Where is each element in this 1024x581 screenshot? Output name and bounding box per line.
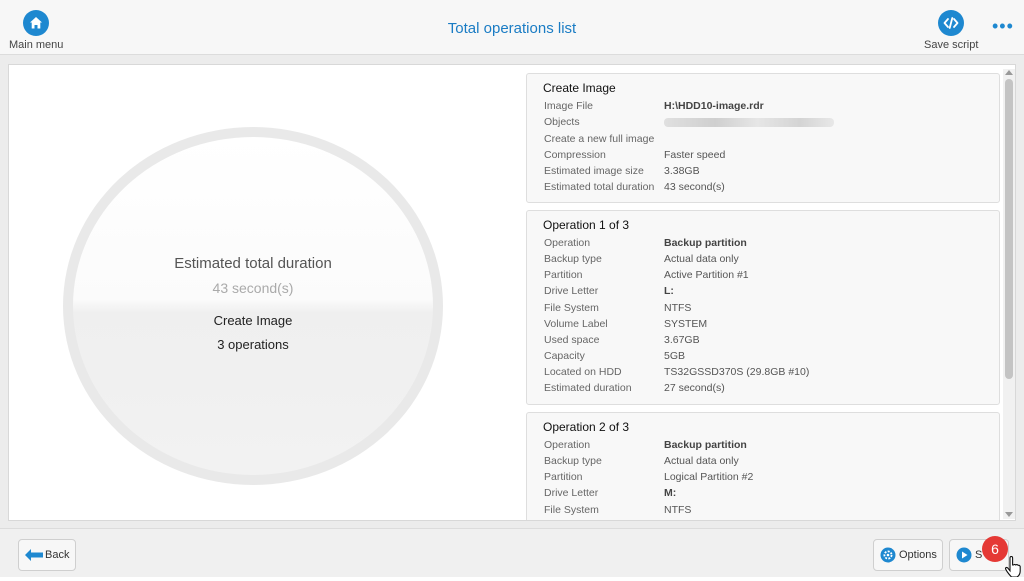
operation-1-card: Operation 1 of 3 Operation Backup partiti… — [526, 210, 1000, 405]
gear-icon — [880, 547, 896, 563]
operations-count: 3 operations — [217, 337, 289, 352]
back-button[interactable]: Back — [18, 539, 76, 571]
card-title: Operation 2 of 3 — [543, 420, 630, 434]
scrollbar-thumb[interactable] — [1005, 79, 1013, 379]
duration-label: Estimated total duration — [174, 255, 332, 272]
card-title: Operation 1 of 3 — [543, 218, 630, 232]
task-name: Create Image — [213, 313, 293, 328]
code-icon — [938, 10, 965, 36]
save-script-button[interactable]: Save script — [924, 10, 978, 51]
main-panel: Estimated total duration 43 second(s) Cr… — [8, 64, 1016, 521]
save-script-label: Save script — [924, 39, 979, 51]
options-label: Options — [899, 549, 937, 561]
redacted-objects — [664, 118, 834, 127]
duration-value: 43 second(s) — [212, 280, 294, 296]
scroll-down-icon[interactable] — [1005, 512, 1013, 517]
play-icon — [956, 547, 972, 563]
operation-2-card: Operation 2 of 3 Operation Backup partiti… — [526, 412, 1000, 520]
scroll-up-icon[interactable] — [1005, 70, 1013, 75]
list-scrollbar[interactable] — [1003, 69, 1015, 519]
page-title: Total operations list — [447, 20, 577, 37]
options-button[interactable]: Options — [873, 539, 943, 571]
operations-list[interactable]: Create Image Image File H:\HDD10-image.rd… — [526, 73, 1002, 520]
hand-cursor-icon — [1004, 556, 1021, 578]
card-title: Create Image — [543, 81, 616, 95]
more-options-icon[interactable]: ••• — [992, 16, 1014, 37]
main-menu-label: Main menu — [9, 39, 64, 51]
create-image-card: Create Image Image File H:\HDD10-image.rd… — [526, 73, 1000, 203]
header-bar: Main menu Total operations list Save scr… — [0, 0, 1024, 55]
arrow-left-icon — [25, 549, 43, 561]
back-label: Back — [45, 549, 70, 561]
summary-circle: Estimated total duration 43 second(s) Cr… — [63, 127, 443, 485]
footer-bar: Back Options S — [0, 528, 1024, 581]
